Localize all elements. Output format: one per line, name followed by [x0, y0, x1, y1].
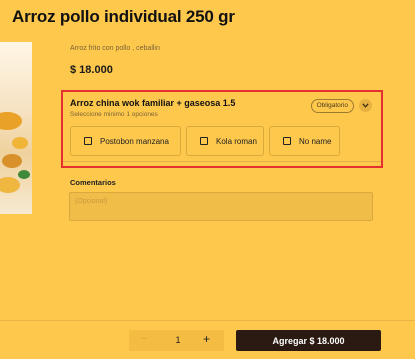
required-badge: Obligatorio [310, 99, 354, 113]
comments-input[interactable]: (Opcional) [69, 192, 373, 221]
increment-button[interactable]: + [203, 332, 210, 346]
option-label: Kola roman [216, 136, 257, 146]
decrement-button[interactable]: − [141, 333, 147, 345]
product-title: Arroz pollo individual 250 gr [12, 7, 235, 26]
product-image [0, 42, 32, 214]
checkbox-icon[interactable] [84, 137, 92, 145]
option-group: Arroz china wok familiar + gaseosa 1.5 S… [61, 90, 383, 168]
product-price: $ 18.000 [70, 64, 113, 76]
quantity-stepper: − 1 + [129, 330, 224, 351]
chevron-down-icon[interactable] [359, 99, 372, 112]
option-no-name[interactable]: No name [269, 126, 340, 156]
option-group-title: Arroz china wok familiar + gaseosa 1.5 [70, 98, 236, 108]
add-to-cart-button[interactable]: Agregar $ 18.000 [236, 330, 381, 351]
comments-placeholder: (Opcional) [75, 198, 108, 205]
option-kola-roman[interactable]: Kola roman [186, 126, 264, 156]
product-description: Arroz frito con pollo , ceballin [70, 45, 160, 52]
option-label: Postobon manzana [100, 136, 169, 146]
option-postobon-manzana[interactable]: Postobon manzana [70, 126, 181, 156]
comments-label: Comentarios [70, 178, 116, 187]
divider [63, 161, 381, 162]
footer-divider [0, 320, 415, 321]
checkbox-icon[interactable] [200, 137, 208, 145]
option-label: No name [299, 136, 332, 146]
quantity-value: 1 [175, 335, 181, 345]
option-group-subtitle: Seleccione minimo 1 opciones [70, 111, 158, 118]
checkbox-icon[interactable] [283, 137, 291, 145]
